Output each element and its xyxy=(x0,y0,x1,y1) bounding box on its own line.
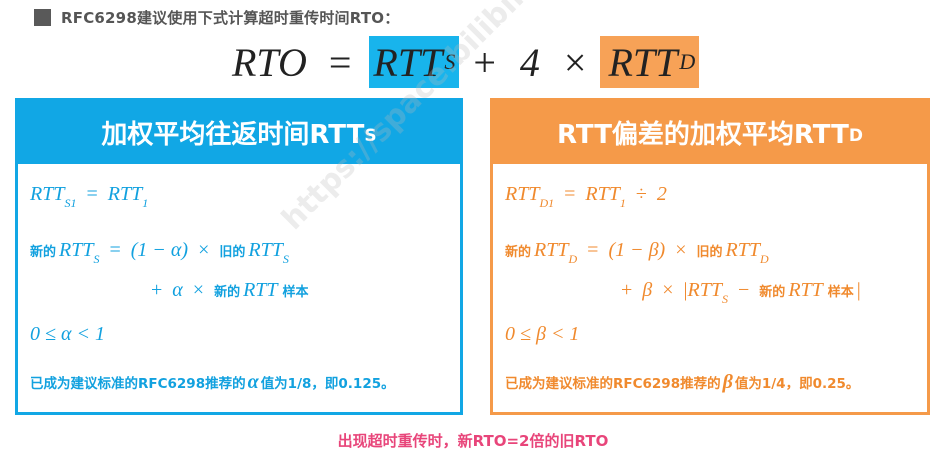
rttd-l3-bar2: | xyxy=(856,279,861,301)
rttd-beta-range: 0 ≤ β < 1 xyxy=(505,323,580,345)
rttd-l1-a: RTT xyxy=(505,183,540,205)
rttd-l1-b: RTT xyxy=(585,183,620,205)
rtts-alpha-range: 0 ≤ α < 1 xyxy=(30,323,105,345)
formula-lhs: RTO xyxy=(232,39,307,85)
rttd-l2-eq: = xyxy=(587,239,599,261)
rtts-l3-times: × xyxy=(192,279,205,301)
rttd-line-1: RTTD1 = RTT1 ÷ 2 xyxy=(505,183,667,211)
rtts-line-2: 新的 RTTS = (1 − α) × 旧的 RTTS xyxy=(30,239,289,267)
rttd-note-post: 值为1/4，即0.25。 xyxy=(734,376,860,392)
rtts-line-3: + α × 新的 RTT 样本 xyxy=(151,279,312,302)
rtts-l2-b: RTT xyxy=(248,239,283,261)
rtts-l2-eq: = xyxy=(109,239,121,261)
formula-coef: 4 xyxy=(519,39,540,85)
rttd-l3-plus: + xyxy=(621,279,633,301)
rttd-l2-a-sub: D xyxy=(568,252,578,267)
rttd-l3-times: × xyxy=(662,279,674,301)
rtts-l2-times: × xyxy=(198,239,210,261)
formula-term1-sub: S xyxy=(444,49,456,74)
rttd-l2-old: 旧的 xyxy=(696,245,723,260)
rtts-panel: 加权平均往返时间RTT S RTTS1 = RTT1 新的 RTTS = (1 −… xyxy=(15,98,463,415)
rtts-l1-eq: = xyxy=(86,183,98,205)
rttd-l3-sample: 样本 xyxy=(827,285,854,300)
rtts-line-1: RTTS1 = RTT1 xyxy=(30,183,148,211)
rttd-l2-a: RTT xyxy=(534,239,569,261)
rttd-l2-paren: (1 − β) xyxy=(608,239,666,261)
rtts-l2-a: RTT xyxy=(59,239,94,261)
formula-plus: + xyxy=(473,39,496,85)
rtts-l2-new: 新的 xyxy=(30,245,57,260)
rttd-l2-new: 新的 xyxy=(505,245,532,260)
rttd-l1-b-sub: 1 xyxy=(619,196,626,211)
formula-rtts-highlight: RTT S xyxy=(369,36,460,88)
rtts-l3-rtt: RTT xyxy=(243,279,278,301)
rtts-title-text: 加权平均往返时间RTT xyxy=(101,120,365,150)
square-bullet-icon xyxy=(34,9,51,26)
rttd-title-sub: D xyxy=(848,126,863,146)
formula-term2: RTT xyxy=(608,39,678,85)
rttd-l3-rtt: RTT xyxy=(687,279,723,301)
rtts-l1-b: RTT xyxy=(107,183,143,205)
rttd-note: 已成为建议标准的RFC6298推荐的 β 值为1/4，即0.25。 xyxy=(505,371,859,394)
rttd-panel: RTT偏差的加权平均RTT D RTTD1 = RTT1 ÷ 2 新的 RTTD … xyxy=(490,98,930,415)
formula-rttd-highlight: RTT D xyxy=(600,36,700,88)
formula-times: × xyxy=(563,39,587,85)
rtts-l1-a-sub: S1 xyxy=(64,196,77,211)
rttd-l3-minus: − xyxy=(738,279,750,301)
rtts-l3-plus: + xyxy=(151,279,163,301)
rttd-note-sym: β xyxy=(722,371,733,393)
rtts-line-4: 0 ≤ α < 1 xyxy=(30,323,105,346)
rtts-l2-b-sub: S xyxy=(282,252,289,267)
rtts-l3-alpha: α xyxy=(172,279,183,301)
formula-term2-sub: D xyxy=(679,49,696,74)
rttd-l1-a-sub: D1 xyxy=(539,196,555,211)
rttd-title-text: RTT偏差的加权平均RTT xyxy=(557,120,849,150)
rtts-note-sym: α xyxy=(247,371,259,393)
footer-note: 出现超时重传时，新RTO=2倍的旧RTO xyxy=(337,432,609,450)
rttd-l3-rtt-sub: S xyxy=(722,292,729,307)
rttd-l3-rtt2: RTT xyxy=(788,279,823,301)
rttd-note-pre: 已成为建议标准的RFC6298推荐的 xyxy=(505,376,721,392)
rttd-line-3: + β × | RTTS − 新的 RTT 样本 | xyxy=(621,279,861,307)
rtts-panel-title: 加权平均往返时间RTT S xyxy=(18,101,460,164)
rtts-l2-old: 旧的 xyxy=(219,245,246,260)
rtts-note: 已成为建议标准的RFC6298推荐的 α 值为1/8，即0.125。 xyxy=(30,371,395,394)
rttd-l2-times: × xyxy=(675,239,687,261)
rtts-l1-b-sub: 1 xyxy=(142,196,149,211)
rttd-l2-b: RTT xyxy=(725,239,760,261)
rttd-l1-div: ÷ xyxy=(635,183,647,205)
rttd-line-2: 新的 RTTD = (1 − β) × 旧的 RTTD xyxy=(505,239,769,267)
rtts-l3-new: 新的 xyxy=(214,285,241,300)
formula-term1: RTT xyxy=(373,39,443,85)
rtts-l3-sample: 样本 xyxy=(282,285,309,300)
header-title: RFC6298建议使用下式计算超时重传时间RTO： xyxy=(61,9,400,27)
section-header: RFC6298建议使用下式计算超时重传时间RTO： xyxy=(34,7,399,28)
rtts-title-sub: S xyxy=(364,126,377,146)
formula-equals: = xyxy=(328,39,352,85)
rttd-line-4: 0 ≤ β < 1 xyxy=(505,323,579,346)
rttd-panel-title: RTT偏差的加权平均RTT D xyxy=(493,101,927,164)
rttd-l3-beta: β xyxy=(642,279,653,301)
rto-formula: RTO = RTT S + 4 × RTT D xyxy=(232,34,700,90)
rtts-note-post: 值为1/8，即0.125。 xyxy=(260,376,395,392)
rtts-note-pre: 已成为建议标准的RFC6298推荐的 xyxy=(30,376,246,392)
rttd-l1-c: 2 xyxy=(656,183,667,205)
rtts-l2-a-sub: S xyxy=(93,252,100,267)
rttd-l1-eq: = xyxy=(564,183,576,205)
rtts-l1-a: RTT xyxy=(30,183,65,205)
rttd-l2-b-sub: D xyxy=(759,252,769,267)
rtts-l2-paren: (1 − α) xyxy=(130,239,189,261)
rttd-l3-new: 新的 xyxy=(759,285,786,300)
